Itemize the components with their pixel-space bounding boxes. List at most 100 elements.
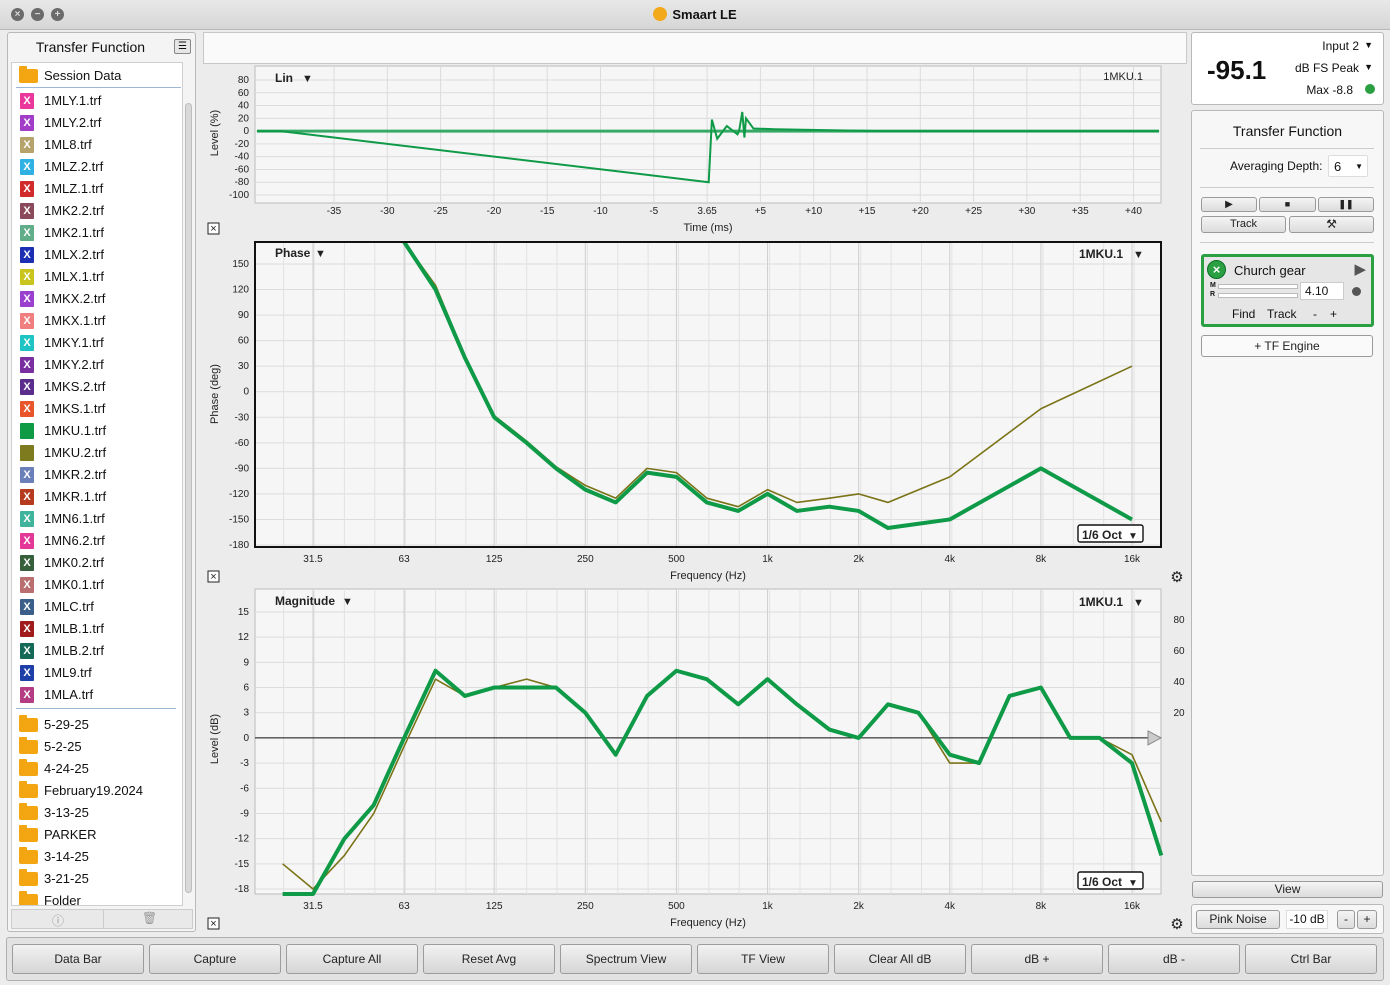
file-item[interactable]: X 1MLX.2.trf: [12, 243, 182, 265]
stop-button[interactable]: ■: [1259, 197, 1316, 212]
file-item[interactable]: X 1MKY.2.trf: [12, 353, 182, 375]
file-item[interactable]: X 1MLB.1.trf: [12, 617, 182, 639]
generator-level-field[interactable]: -10 dB: [1286, 910, 1328, 929]
delay-increment-button[interactable]: +: [1330, 307, 1337, 321]
find-delay-button[interactable]: Find: [1232, 307, 1255, 321]
folder-item[interactable]: 3-14-25: [12, 845, 182, 867]
track-button[interactable]: Track: [1201, 216, 1286, 233]
file-item[interactable]: X 1MKR.2.trf: [12, 463, 182, 485]
chevron-down-icon[interactable]: ▼: [1133, 249, 1144, 261]
folder-item[interactable]: 5-29-25: [12, 713, 182, 735]
folder-item[interactable]: Folder: [12, 889, 182, 905]
trace-hidden-icon[interactable]: X: [20, 357, 34, 373]
close-icon[interactable]: ×: [210, 223, 216, 235]
magnitude-settings-gear-icon[interactable]: ⚙: [1170, 916, 1183, 932]
toolbar-button-reset-avg[interactable]: Reset Avg: [423, 944, 555, 974]
generator-level-increment[interactable]: +: [1357, 910, 1377, 929]
file-item[interactable]: X 1MK0.1.trf: [12, 573, 182, 595]
trace-hidden-icon[interactable]: X: [20, 137, 34, 153]
toolbar-button-capture[interactable]: Capture: [149, 944, 281, 974]
chevron-down-icon[interactable]: ▼: [1364, 40, 1373, 50]
file-item[interactable]: X 1MLZ.2.trf: [12, 155, 182, 177]
trace-hidden-icon[interactable]: X: [20, 577, 34, 593]
file-item[interactable]: X 1MK2.2.trf: [12, 199, 182, 221]
trace-hidden-icon[interactable]: X: [20, 379, 34, 395]
trace-file-icon[interactable]: [20, 445, 34, 461]
trace-hidden-icon[interactable]: X: [20, 291, 34, 307]
file-list-scrollbar[interactable]: [185, 103, 192, 893]
trace-hidden-icon[interactable]: X: [20, 247, 34, 263]
file-item[interactable]: X 1MN6.2.trf: [12, 529, 182, 551]
file-item[interactable]: X 1MLB.2.trf: [12, 639, 182, 661]
file-item[interactable]: X 1MLY.1.trf: [12, 89, 182, 111]
folder-item[interactable]: 5-2-25: [12, 735, 182, 757]
trace-hidden-icon[interactable]: X: [20, 93, 34, 109]
engine-close-icon[interactable]: ×: [1207, 260, 1226, 279]
trace-hidden-icon[interactable]: X: [20, 533, 34, 549]
delay-field[interactable]: 4.10: [1300, 282, 1344, 300]
add-tf-engine-button[interactable]: + TF Engine: [1201, 335, 1373, 357]
folder-item[interactable]: PARKER: [12, 823, 182, 845]
tools-icon[interactable]: ⚒: [1289, 216, 1374, 233]
toolbar-button-data-bar[interactable]: Data Bar: [12, 944, 144, 974]
file-item[interactable]: X 1ML9.trf: [12, 661, 182, 683]
play-button[interactable]: ▶: [1201, 197, 1257, 212]
pause-button[interactable]: ❚❚: [1318, 197, 1374, 212]
phase-settings-gear-icon[interactable]: ⚙: [1170, 569, 1183, 586]
trace-hidden-icon[interactable]: X: [20, 203, 34, 219]
toolbar-button-capture-all[interactable]: Capture All: [286, 944, 418, 974]
delay-decrement-button[interactable]: -: [1313, 307, 1317, 321]
trace-hidden-icon[interactable]: X: [20, 401, 34, 417]
trace-hidden-icon[interactable]: X: [20, 687, 34, 703]
trace-hidden-icon[interactable]: X: [20, 313, 34, 329]
session-data-folder[interactable]: Session Data: [12, 64, 182, 86]
trace-hidden-icon[interactable]: X: [20, 665, 34, 681]
toolbar-button-ctrl-bar[interactable]: Ctrl Bar: [1245, 944, 1377, 974]
trace-hidden-icon[interactable]: X: [20, 467, 34, 483]
chevron-down-icon[interactable]: ▼: [1364, 62, 1373, 72]
chevron-down-icon[interactable]: ▼: [302, 73, 313, 85]
trace-hidden-icon[interactable]: X: [20, 599, 34, 615]
chevron-down-icon[interactable]: ▼: [315, 248, 326, 260]
file-item[interactable]: X 1MK2.1.trf: [12, 221, 182, 243]
trace-hidden-icon[interactable]: X: [20, 643, 34, 659]
trace-hidden-icon[interactable]: X: [20, 159, 34, 175]
trace-hidden-icon[interactable]: X: [20, 555, 34, 571]
input-select[interactable]: Input 2: [1322, 39, 1359, 53]
file-item[interactable]: 1MKU.1.trf: [12, 419, 182, 441]
generator-level-decrement[interactable]: -: [1337, 910, 1355, 929]
tf-engine-card[interactable]: × Church gear ▶ M R 4.10 Find Track - +: [1201, 254, 1374, 327]
file-item[interactable]: X 1MLX.1.trf: [12, 265, 182, 287]
chevron-down-icon[interactable]: ▼: [342, 596, 353, 608]
record-icon[interactable]: [1352, 287, 1361, 296]
file-item[interactable]: 1MKU.2.trf: [12, 441, 182, 463]
trace-hidden-icon[interactable]: X: [20, 115, 34, 131]
folder-item[interactable]: February19.2024: [12, 779, 182, 801]
folder-item[interactable]: 4-24-25: [12, 757, 182, 779]
file-item[interactable]: X 1MLY.2.trf: [12, 111, 182, 133]
file-item[interactable]: X 1MN6.1.trf: [12, 507, 182, 529]
magnitude-mode-label[interactable]: Magnitude: [275, 594, 335, 608]
trace-hidden-icon[interactable]: X: [20, 225, 34, 241]
impulse-mode-label[interactable]: Lin: [275, 71, 293, 85]
info-icon[interactable]: ⓘ: [52, 912, 64, 929]
play-icon[interactable]: ▶: [1354, 260, 1366, 278]
trace-hidden-icon[interactable]: X: [20, 269, 34, 285]
trace-hidden-icon[interactable]: X: [20, 335, 34, 351]
track-delay-button[interactable]: Track: [1267, 307, 1297, 321]
file-item[interactable]: X 1MKS.2.trf: [12, 375, 182, 397]
phase-mode-label[interactable]: Phase: [275, 246, 311, 260]
trace-hidden-icon[interactable]: X: [20, 621, 34, 637]
file-item[interactable]: X 1MKS.1.trf: [12, 397, 182, 419]
meter-mode-select[interactable]: dB FS Peak: [1295, 61, 1359, 75]
trace-hidden-icon[interactable]: X: [20, 181, 34, 197]
data-bar-menu-button[interactable]: ☰: [174, 39, 191, 54]
view-button[interactable]: View: [1192, 881, 1383, 898]
file-item[interactable]: X 1MLC.trf: [12, 595, 182, 617]
file-item[interactable]: X 1MLA.trf: [12, 683, 182, 705]
file-item[interactable]: X 1ML8.trf: [12, 133, 182, 155]
toolbar-button-spectrum-view[interactable]: Spectrum View: [560, 944, 692, 974]
file-item[interactable]: X 1MLZ.1.trf: [12, 177, 182, 199]
file-item[interactable]: X 1MKX.1.trf: [12, 309, 182, 331]
toolbar-button-tf-view[interactable]: TF View: [697, 944, 829, 974]
